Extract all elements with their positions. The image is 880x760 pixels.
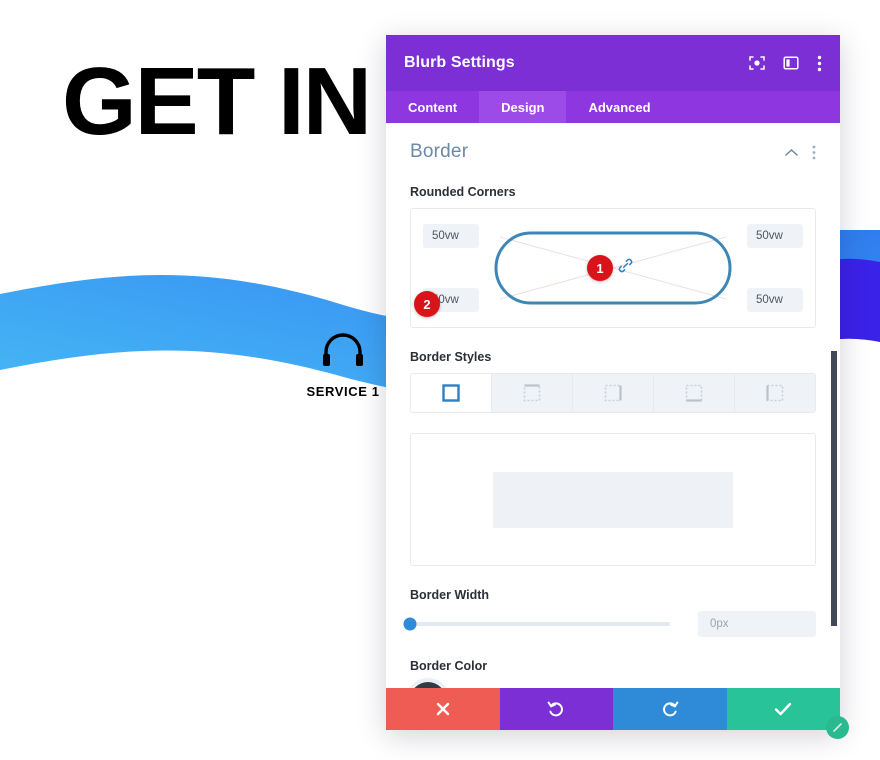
check-icon	[775, 702, 792, 716]
border-width-slider-thumb[interactable]	[403, 617, 417, 631]
save-button[interactable]	[726, 688, 840, 730]
redo-button[interactable]	[613, 688, 727, 730]
focus-icon[interactable]	[749, 55, 765, 71]
modal-body: Border Rounded Corners 50vw 50vw 50vw 50…	[386, 123, 840, 688]
service-label: SERVICE 1	[306, 384, 380, 399]
border-left-icon	[766, 384, 784, 402]
border-section-header: Border	[410, 141, 816, 163]
resize-icon	[833, 723, 842, 732]
tab-content[interactable]: Content	[386, 91, 479, 123]
section-more-vertical-icon[interactable]	[812, 145, 816, 160]
corner-input-top-left[interactable]: 50vw	[423, 224, 479, 248]
modal-footer	[386, 688, 849, 739]
headphones-icon	[323, 333, 363, 366]
modal-scrollbar[interactable]	[831, 351, 837, 626]
border-width-label: Border Width	[410, 588, 490, 602]
corner-preview-shape	[494, 231, 732, 305]
border-width-control: 0px	[403, 611, 816, 637]
undo-button[interactable]	[499, 688, 613, 730]
border-styles-group	[410, 373, 816, 413]
border-bottom-option[interactable]	[654, 374, 735, 412]
border-bottom-icon	[685, 384, 703, 402]
border-top-option[interactable]	[492, 374, 573, 412]
border-right-option[interactable]	[573, 374, 654, 412]
border-styles-label: Border Styles	[410, 350, 492, 364]
annotation-badge-1: 1	[587, 255, 613, 281]
border-all-option[interactable]	[411, 374, 492, 412]
close-icon	[436, 702, 449, 716]
service-block: SERVICE 1	[300, 332, 386, 399]
modal-header: Blurb Settings	[386, 35, 840, 91]
rounded-corners-control: 50vw 50vw 50vw 50vw 1 2	[410, 208, 816, 328]
modal-tabbar: Content Design Advanced	[386, 91, 840, 123]
section-actions	[785, 145, 816, 160]
border-color-label: Border Color	[410, 659, 488, 673]
annotation-badge-2: 2	[414, 291, 440, 317]
tab-design[interactable]: Design	[479, 91, 567, 123]
border-preview-box	[493, 471, 733, 528]
resize-handle[interactable]	[826, 716, 849, 739]
blurb-settings-modal: Blurb Settings Content Design Advanced B…	[386, 35, 849, 739]
modal-title: Blurb Settings	[404, 54, 515, 71]
border-width-slider[interactable]	[403, 617, 670, 631]
rounded-corners-label: Rounded Corners	[410, 185, 516, 199]
undo-icon	[547, 701, 564, 717]
cancel-button[interactable]	[386, 688, 500, 730]
more-vertical-icon[interactable]	[817, 55, 822, 72]
layout-columns-icon[interactable]	[783, 55, 799, 71]
chevron-up-icon[interactable]	[785, 148, 798, 157]
border-preview-panel	[410, 433, 816, 566]
border-left-option[interactable]	[735, 374, 815, 412]
redo-icon	[662, 701, 679, 717]
link-icon[interactable]	[617, 257, 634, 279]
tab-advanced[interactable]: Advanced	[566, 91, 672, 123]
section-title: Border	[410, 141, 469, 162]
border-width-value[interactable]: 0px	[698, 611, 816, 637]
corner-input-bottom-right[interactable]: 50vw	[747, 288, 803, 312]
border-right-icon	[604, 384, 622, 402]
border-all-icon	[442, 384, 460, 402]
corner-input-top-right[interactable]: 50vw	[747, 224, 803, 248]
header-icon-group	[749, 55, 822, 72]
border-top-icon	[523, 384, 541, 402]
